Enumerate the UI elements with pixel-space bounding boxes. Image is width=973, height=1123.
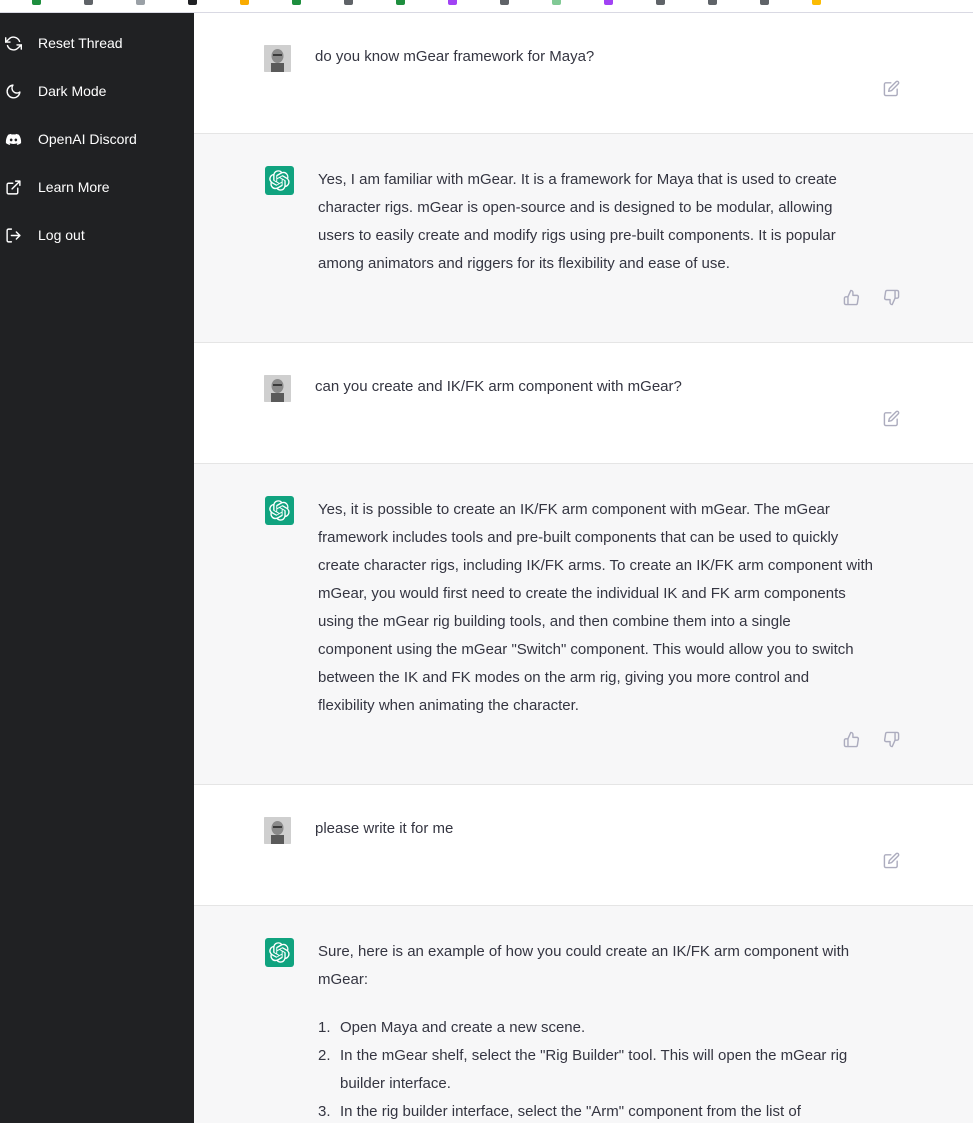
openai-logo-icon [269,500,290,521]
sidebar-item-label: Reset Thread [38,35,123,51]
thumbs-up-icon[interactable] [843,289,860,306]
bookmark-favicon[interactable] [188,0,197,5]
assistant-avatar [265,166,294,195]
assistant-avatar [265,496,294,525]
user-message: can you create and IK/FK arm component w… [194,343,973,464]
bookmark-favicon[interactable] [396,0,405,5]
message-text: Yes, it is possible to create an IK/FK a… [318,496,908,720]
list-item: 1. Open Maya and create a new scene. [318,1014,908,1042]
list-number: 1. [318,1019,331,1036]
user-photo-icon [264,817,291,844]
bookmark-favicon[interactable] [84,0,93,5]
assistant-message: Sure, here is an example of how you coul… [194,906,973,1123]
edit-icon[interactable] [883,80,900,97]
message-line: flexibility when animating the character… [318,697,579,714]
message-line: mGear: [318,971,369,988]
list-item-line: builder interface. [340,1075,451,1092]
bookmark-favicon[interactable] [32,0,41,5]
steps-list: 1. Open Maya and create a new scene. 2. … [318,1014,908,1123]
sidebar-item-dark-mode[interactable]: Dark Mode [0,71,194,111]
message-text: do you know mGear framework for Maya? [315,48,595,65]
sidebar-item-learn-more[interactable]: Learn More [0,167,194,207]
conversation-thread: do you know mGear framework for Maya? Ye… [194,13,973,1123]
message-line: users to easily create and modify rigs u… [318,227,836,244]
sidebar: Reset Thread Dark Mode OpenAI Discord Le… [0,13,194,1123]
thumbs-up-icon[interactable] [843,731,860,748]
sidebar-item-label: Log out [38,227,85,243]
bookmark-favicon[interactable] [708,0,717,5]
message-line: character rigs. mGear is open-source and… [318,199,833,216]
message-line: Yes, I am familiar with mGear. It is a f… [318,171,837,188]
message-line: Sure, here is an example of how you coul… [318,943,850,960]
external-link-icon [6,180,21,195]
message-text: please write it for me [315,820,454,837]
user-avatar [264,375,291,402]
bookmark-favicon[interactable] [760,0,769,5]
bookmark-favicon[interactable] [240,0,249,5]
logout-icon [6,228,21,243]
message-text: Yes, I am familiar with mGear. It is a f… [318,166,908,278]
sidebar-item-label: Dark Mode [38,83,107,99]
message-line: among animators and riggers for its flex… [318,255,730,272]
bookmark-favicon[interactable] [344,0,353,5]
thumbs-down-icon[interactable] [883,289,900,306]
list-item: 3. In the rig builder interface, select … [318,1098,908,1123]
edit-icon[interactable] [883,852,900,869]
browser-bookmarks-strip [0,0,973,13]
list-item-line: Open Maya and create a new scene. [340,1019,586,1036]
sidebar-item-reset-thread[interactable]: Reset Thread [0,23,194,63]
sidebar-item-label: Learn More [38,179,110,195]
message-line: create character rigs, including IK/FK a… [318,557,873,574]
bookmark-favicon[interactable] [604,0,613,5]
bookmark-favicon[interactable] [136,0,145,5]
bookmark-favicon[interactable] [448,0,457,5]
assistant-message: Yes, it is possible to create an IK/FK a… [194,464,973,785]
message-line: Yes, it is possible to create an IK/FK a… [318,501,830,518]
user-message: please write it for me [194,785,973,906]
user-photo-icon [264,45,291,72]
assistant-message: Yes, I am familiar with mGear. It is a f… [194,134,973,343]
openai-logo-icon [269,170,290,191]
message-text: Sure, here is an example of how you coul… [318,938,908,994]
list-item: 2. In the mGear shelf, select the "Rig B… [318,1042,908,1098]
message-line: between the IK and FK modes on the arm r… [318,669,810,686]
user-message: do you know mGear framework for Maya? [194,13,973,134]
message-line: framework includes tools and pre-built c… [318,529,839,546]
bookmark-favicon[interactable] [500,0,509,5]
list-item-line: In the mGear shelf, select the "Rig Buil… [340,1047,848,1064]
message-line: mGear, you would first need to create th… [318,585,846,602]
message-text: can you create and IK/FK arm component w… [315,378,682,395]
bookmark-favicon[interactable] [812,0,821,5]
user-avatar [264,817,291,844]
assistant-avatar [265,938,294,967]
sidebar-item-label: OpenAI Discord [38,131,137,147]
openai-logo-icon [269,942,290,963]
list-item-line: In the rig builder interface, select the… [340,1103,801,1120]
moon-icon [6,84,21,99]
refresh-icon [5,36,22,51]
bookmark-favicon[interactable] [292,0,301,5]
discord-icon [5,133,22,145]
edit-icon[interactable] [883,410,900,427]
thumbs-down-icon[interactable] [883,731,900,748]
user-avatar [264,45,291,72]
bookmark-favicon[interactable] [656,0,665,5]
bookmark-favicon[interactable] [552,0,561,5]
list-number: 2. [318,1047,331,1064]
message-line: component using the mGear "Switch" compo… [318,641,854,658]
sidebar-item-log-out[interactable]: Log out [0,215,194,255]
message-line: using the mGear rig building tools, and … [318,613,791,630]
list-number: 3. [318,1103,331,1120]
sidebar-item-openai-discord[interactable]: OpenAI Discord [0,119,194,159]
user-photo-icon [264,375,291,402]
